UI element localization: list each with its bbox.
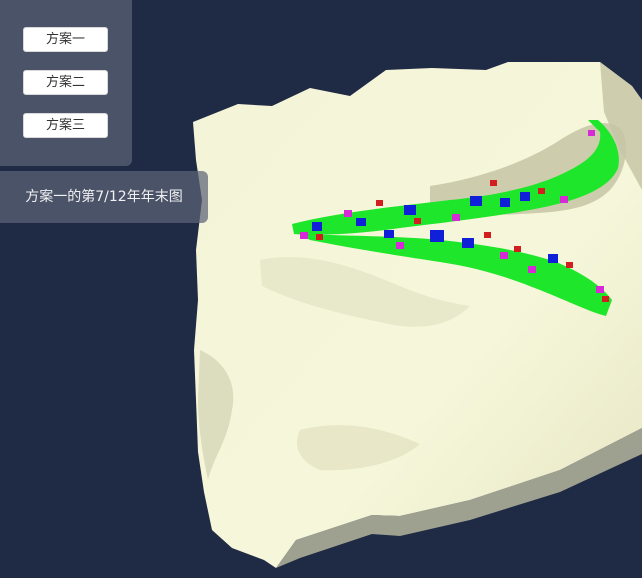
voxel-magenta <box>396 242 404 249</box>
voxel-red <box>514 246 521 252</box>
voxel-blue <box>470 196 482 206</box>
voxel-magenta <box>300 232 308 239</box>
voxel-magenta <box>588 130 595 136</box>
plan-two-button[interactable]: 方案二 <box>23 70 108 95</box>
voxel-red <box>490 180 497 186</box>
voxel-blue <box>404 205 416 215</box>
voxel-blue <box>548 254 558 263</box>
voxel-magenta <box>452 214 460 221</box>
voxel-red <box>376 200 383 206</box>
voxel-blue <box>356 218 366 226</box>
voxel-magenta <box>528 266 536 273</box>
voxel-red <box>566 262 573 268</box>
voxel-magenta <box>344 210 352 217</box>
voxel-blue <box>430 230 444 242</box>
voxel-red <box>602 296 609 302</box>
voxel-red <box>484 232 491 238</box>
voxel-blue <box>384 230 394 238</box>
voxel-blue <box>520 192 530 201</box>
voxel-red <box>538 188 545 194</box>
3d-viewport[interactable]: 方案一 方案二 方案三 方案一的第7/12年年末图 <box>0 0 642 578</box>
voxel-magenta <box>500 252 508 259</box>
voxel-red <box>414 218 421 224</box>
voxel-magenta <box>596 286 604 293</box>
voxel-magenta <box>560 196 568 203</box>
voxel-blue <box>500 198 510 207</box>
plan-panel: 方案一 方案二 方案三 <box>0 0 132 166</box>
plan-one-button[interactable]: 方案一 <box>23 27 108 52</box>
view-caption: 方案一的第7/12年年末图 <box>0 171 208 223</box>
plan-three-button[interactable]: 方案三 <box>23 113 108 138</box>
voxel-blue <box>462 238 474 248</box>
voxel-blue <box>312 222 322 231</box>
voxel-red <box>316 234 323 240</box>
